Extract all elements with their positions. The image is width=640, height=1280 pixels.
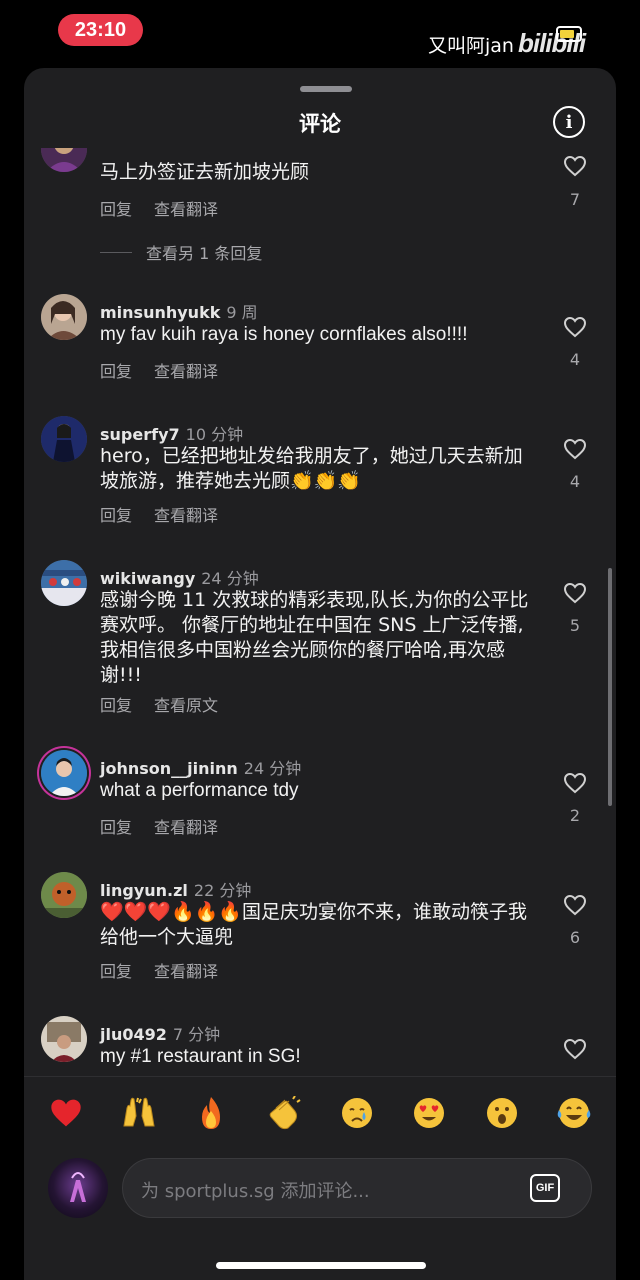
surprised-face-icon[interactable] <box>482 1093 522 1133</box>
like-heart-icon[interactable] <box>563 438 587 460</box>
comment-actions: 回复 查看原文 <box>100 692 240 716</box>
username[interactable]: johnson__jininn 24 分钟 <box>100 755 301 779</box>
like-heart-icon[interactable] <box>563 894 587 916</box>
watermark-text: 又叫阿jan <box>428 35 514 57</box>
comment-input-placeholder: 为 sportplus.sg 添加评论... <box>141 1181 370 1202</box>
comment-text: 感谢今晚 11 次救球的精彩表现,队长,为你的公平比赛欢呼。 你餐厅的地址在中国… <box>100 589 529 686</box>
translate-button[interactable]: 查看翻译 <box>154 200 218 219</box>
gif-button[interactable]: GIF <box>530 1174 560 1202</box>
comment-text: 马上办签证去新加坡光顾 <box>100 161 310 183</box>
avatar[interactable] <box>41 148 87 172</box>
avatar[interactable] <box>41 872 87 918</box>
like-count: 5 <box>569 616 581 635</box>
crying-face-icon[interactable] <box>337 1093 377 1133</box>
avatar-story-ring[interactable] <box>41 750 87 796</box>
sheet-title: 评论 <box>299 112 341 136</box>
like-heart-icon[interactable] <box>563 1038 587 1060</box>
comment-actions: 回复 查看翻译 <box>100 358 240 382</box>
comments-sheet: 评论 i 马上办签证去新加坡光顾 回复 查看翻译 7 查看另 1 条回复 mins… <box>24 68 616 1280</box>
comment-time: 24 分钟 <box>243 759 302 778</box>
comment-actions: 回复 查看翻译 <box>100 502 240 526</box>
sheet-grabber[interactable] <box>300 86 352 92</box>
comment-input[interactable]: 为 sportplus.sg 添加评论... GIF <box>122 1158 592 1218</box>
clapping-hands-icon[interactable] <box>264 1093 304 1133</box>
translate-button[interactable]: 查看翻译 <box>154 506 218 525</box>
reply-button[interactable]: 回复 <box>100 506 132 525</box>
comment-text: what a performance tdy <box>100 780 299 801</box>
like-count: 7 <box>569 190 581 209</box>
comment-text: hero，已经把地址发给我朋友了，她过几天去新加坡旅游，推荐她去光顾👏👏👏 <box>100 445 523 492</box>
translate-button[interactable]: 查看翻译 <box>154 818 218 837</box>
view-more-replies[interactable]: 查看另 1 条回复 <box>100 240 262 264</box>
like-heart-icon[interactable] <box>563 582 587 604</box>
like-heart-icon[interactable] <box>563 155 587 177</box>
status-time: 23:10 <box>58 14 143 46</box>
comment-time: 10 分钟 <box>185 425 244 444</box>
username[interactable]: minsunhyukk 9 周 <box>100 299 258 323</box>
comment-text: ❤️❤️❤️🔥🔥🔥国足庆功宴你不来，谁敢动筷子我给他一个大逼兜 <box>100 901 527 948</box>
reply-button[interactable]: 回复 <box>100 200 132 219</box>
tears-of-joy-face-icon[interactable] <box>554 1093 594 1133</box>
info-icon[interactable]: i <box>553 106 585 138</box>
my-avatar[interactable] <box>48 1158 108 1218</box>
comment-actions: 回复 查看翻译 <box>100 814 240 838</box>
translate-button[interactable]: 查看翻译 <box>154 962 218 981</box>
like-count: 4 <box>569 350 581 369</box>
translate-button[interactable]: 查看翻译 <box>154 362 218 381</box>
reply-button[interactable]: 回复 <box>100 962 132 981</box>
username[interactable]: wikiwangy 24 分钟 <box>100 565 259 589</box>
battery-icon <box>556 26 582 42</box>
reply-button[interactable]: 回复 <box>100 696 132 715</box>
avatar[interactable] <box>41 560 87 606</box>
like-count: 6 <box>569 928 581 947</box>
reply-button[interactable]: 回复 <box>100 362 132 381</box>
heart-eyes-face-icon[interactable] <box>409 1093 449 1133</box>
like-count: 2 <box>569 806 581 825</box>
avatar[interactable] <box>41 294 87 340</box>
comment-time: 22 分钟 <box>193 881 252 900</box>
username[interactable]: lingyun.zl 22 分钟 <box>100 877 251 901</box>
comment-text: my fav kuih raya is honey cornflakes als… <box>100 324 468 345</box>
emoji-quick-bar <box>24 1076 616 1147</box>
avatar[interactable] <box>41 416 87 462</box>
comment-actions: 回复 查看翻译 <box>100 958 240 982</box>
comment-list[interactable]: 马上办签证去新加坡光顾 回复 查看翻译 7 查看另 1 条回复 minsunhyu… <box>24 148 616 1075</box>
fire-icon[interactable] <box>191 1093 231 1133</box>
home-indicator <box>216 1262 426 1269</box>
username[interactable]: jlu0492 7 分钟 <box>100 1021 220 1045</box>
comment-time: 7 分钟 <box>172 1025 221 1044</box>
like-heart-icon[interactable] <box>563 772 587 794</box>
comment-text: my #1 restaurant in SG! <box>100 1046 301 1067</box>
view-more-replies-label: 查看另 1 条回复 <box>146 244 263 263</box>
see-original-button[interactable]: 查看原文 <box>154 696 218 715</box>
reply-button[interactable]: 回复 <box>100 818 132 837</box>
raising-hands-icon[interactable] <box>119 1093 159 1133</box>
red-heart-icon[interactable] <box>46 1093 86 1133</box>
comment-time: 9 周 <box>226 303 258 322</box>
scrollbar[interactable] <box>608 568 612 806</box>
avatar[interactable] <box>41 1016 87 1062</box>
username[interactable]: superfy7 10 分钟 <box>100 421 243 445</box>
comment-actions: 回复 查看翻译 <box>100 196 240 220</box>
like-count: 4 <box>569 472 581 491</box>
like-heart-icon[interactable] <box>563 316 587 338</box>
comment-time: 24 分钟 <box>201 569 259 588</box>
